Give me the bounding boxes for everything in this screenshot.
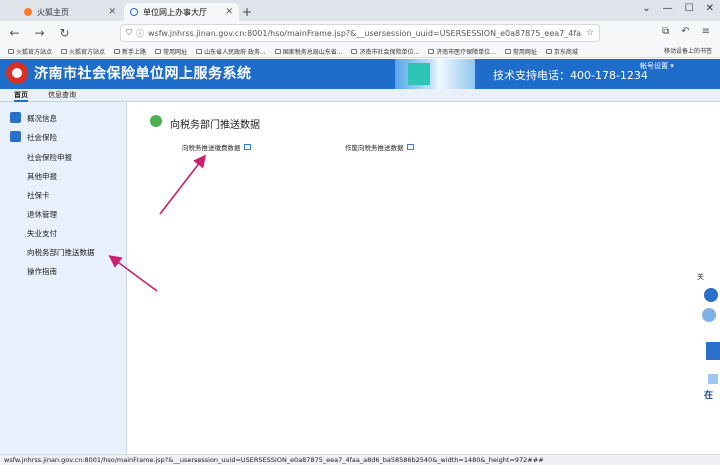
extensions-icon[interactable]: ⧉ <box>662 26 669 37</box>
menu-icon[interactable]: ≡ <box>702 26 710 37</box>
sidebar-item-retirement[interactable]: 退休管理 <box>27 209 57 220</box>
folder-icon <box>61 48 68 54</box>
firefox-icon <box>24 8 32 16</box>
float-online-label: 在 <box>704 391 714 401</box>
close-icon[interactable]: ✕ <box>108 7 116 17</box>
menu-home[interactable]: 首页 <box>14 90 28 102</box>
bookmark-item[interactable]: 国家税务总局山东省... <box>274 47 343 56</box>
folder-icon <box>274 48 281 54</box>
address-bar[interactable]: ⛉ ⓘ wsfw.jnhrss.jinan.gov.cn:8001/hso/ma… <box>120 24 600 42</box>
bookmark-item[interactable]: 济南市社会保险单位... <box>351 47 419 56</box>
link-label: 作废向税务推送数据 <box>345 144 404 152</box>
maximize-icon[interactable]: ☐ <box>685 3 694 14</box>
float-close-label[interactable]: 关 <box>697 272 704 282</box>
bookmarks-bar: 火狐官方站点 火狐官方站点 新手上路 常用网址 山东省人民政府 政务... 国家税务总局山… <box>0 45 720 58</box>
void-push-data-link[interactable]: 作废向税务推送数据 <box>345 142 414 152</box>
app-title: 济南市社会保险单位网上服务系统 <box>34 66 252 82</box>
arrow-to-push-link <box>159 154 206 215</box>
tab-title: 单位网上办事大厅 <box>143 7 207 17</box>
bookmark-item[interactable]: 新手上路 <box>114 47 146 56</box>
assistant-icon[interactable] <box>702 308 716 322</box>
mobile-bookmarks[interactable]: 移动设备上的书签 <box>664 46 712 55</box>
bookmark-item[interactable]: 京东商城 <box>545 47 578 56</box>
url-text: wsfw.jnhrss.jinan.gov.cn:8001/hso/mainFr… <box>148 28 582 38</box>
bookmark-item[interactable]: 济南市医疗保障单位... <box>428 47 496 56</box>
menu-info-query[interactable]: 信息查询 <box>48 90 76 100</box>
sidebar-item-unemployment[interactable]: 失业支付 <box>27 228 57 239</box>
logo-icon <box>6 62 28 84</box>
sidebar-item-overview[interactable]: 概况信息 <box>27 113 57 124</box>
page-title: 向税务部门推送数据 <box>170 120 260 131</box>
sidebar-item-tax-push[interactable]: 向税务部门推送数据 <box>27 247 95 258</box>
folder-icon <box>504 48 511 54</box>
push-payment-data-link[interactable]: 向税务推送缴费数据 <box>182 142 251 152</box>
nav-right-tools: ⧉ ↶ ≡ <box>662 26 710 37</box>
edit-icon <box>10 131 21 142</box>
bookmark-label: 山东省人民政府 政务... <box>204 48 266 56</box>
sidebar-item-social-insurance[interactable]: 社会保险 <box>27 132 57 143</box>
bookmark-item[interactable]: 常用网址 <box>155 47 187 56</box>
panel-block <box>706 342 720 360</box>
bookmark-label: 火狐官方站点 <box>16 48 53 56</box>
link-label: 向税务推送缴费数据 <box>182 144 241 152</box>
folder-icon <box>8 48 14 54</box>
folder-icon <box>155 48 162 54</box>
info-icon: ⓘ <box>136 28 144 38</box>
tab-firefox-home[interactable]: 火狐主页 ✕ <box>18 3 122 21</box>
banner-tile-icon <box>408 63 430 85</box>
tab-list-icon[interactable]: ⌄ <box>642 3 650 14</box>
account-settings[interactable]: 帐号设置 ▾ <box>640 61 674 71</box>
bookmark-star-icon[interactable]: ☆ <box>586 28 594 38</box>
tab-title: 火狐主页 <box>37 7 69 17</box>
service-icon[interactable] <box>704 288 718 302</box>
document-icon <box>406 144 414 150</box>
page-title-icon <box>150 115 162 127</box>
folder-icon <box>545 48 552 54</box>
bookmark-item[interactable]: 火狐官方站点 <box>61 47 105 56</box>
bookmark-label: 京东商城 <box>553 48 578 56</box>
document-icon <box>243 144 251 150</box>
bookmark-item[interactable]: 山东省人民政府 政务... <box>196 47 266 56</box>
folder-icon <box>114 48 121 54</box>
sidebar-item-social-card[interactable]: 社保卡 <box>27 190 50 201</box>
bookmark-label: 火狐官方站点 <box>69 48 106 56</box>
bookmark-item[interactable]: 常用网址 <box>504 47 537 56</box>
back-icon[interactable]: ← <box>6 26 23 40</box>
folder-icon <box>196 48 203 54</box>
shield-icon: ⛉ <box>126 28 132 37</box>
bookmark-item[interactable]: 火狐官方站点 <box>8 47 52 56</box>
sidebar-item-guide[interactable]: 操作指南 <box>27 266 57 277</box>
header-banner <box>395 59 475 89</box>
globe-icon <box>130 8 138 16</box>
panel-square-icon[interactable] <box>708 374 718 384</box>
close-icon[interactable]: ✕ <box>225 7 233 17</box>
undo-icon[interactable]: ↶ <box>681 26 689 37</box>
bookmark-label: 济南市社会保险单位... <box>359 48 420 56</box>
bookmark-label: 常用网址 <box>163 48 188 56</box>
sidebar-item-insurance-declare[interactable]: 社会保险申报 <box>27 152 72 163</box>
home-icon <box>10 112 21 123</box>
menu-bar <box>0 89 720 102</box>
reload-icon[interactable]: ↻ <box>56 26 73 40</box>
folder-icon <box>428 48 435 54</box>
tab-service-hall[interactable]: 单位网上办事大厅 ✕ <box>124 3 239 21</box>
sidebar-item-other-declare[interactable]: 其他申报 <box>27 171 57 182</box>
window-controls: ⌄ — ☐ ✕ <box>642 3 714 14</box>
floating-service-panel: 在 <box>700 282 720 442</box>
folder-icon <box>351 48 358 54</box>
bookmark-label: 国家税务总局山东省... <box>282 48 343 56</box>
status-bar: wsfw.jnhrss.jinan.gov.cn:8001/hso/mainFr… <box>0 454 720 465</box>
bookmark-label: 常用网址 <box>512 48 537 56</box>
bookmark-label: 济南市医疗保障单位... <box>436 48 496 56</box>
window-close-icon[interactable]: ✕ <box>706 3 714 14</box>
forward-icon[interactable]: → <box>31 26 48 40</box>
minimize-icon[interactable]: — <box>663 3 673 14</box>
bookmark-label: 新手上路 <box>122 48 147 56</box>
support-phone: 技术支持电话：400-178-1234 <box>493 69 648 82</box>
new-tab-button[interactable]: + <box>242 5 252 19</box>
